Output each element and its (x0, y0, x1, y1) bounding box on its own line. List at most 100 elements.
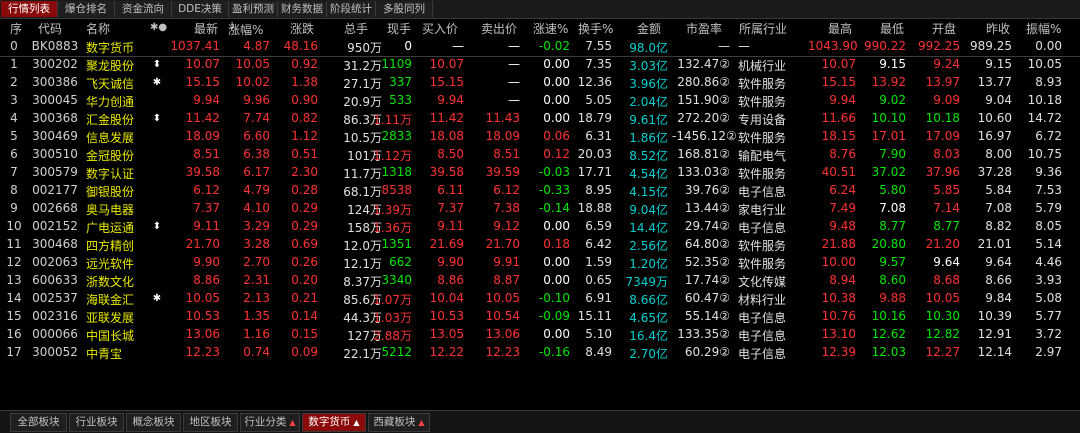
col-amount[interactable]: 金额 (637, 20, 661, 37)
table-row[interactable]: 5 300469 信息发展 18.09 6.60 1.12 10.5万 2833 18.08 18… (0, 128, 1080, 146)
cell-name[interactable]: 信息发展 (86, 129, 146, 146)
col-code[interactable]: 代码 (38, 20, 62, 37)
table-row[interactable]: 16 000066 中国长城 13.06 1.16 0.15 127万 2.88万 13.05 1… (0, 326, 1080, 344)
cell-name[interactable]: 亚联发展 (86, 309, 146, 326)
cell-name[interactable]: 海联金汇 (86, 291, 146, 308)
cell-code[interactable]: 300045 (30, 93, 80, 107)
col-low[interactable]: 最低 (880, 20, 904, 37)
cell-name[interactable]: 浙数文化 (86, 273, 146, 290)
cell-prev: 8.00 (985, 147, 1012, 161)
cell-name[interactable]: 数字认证 (86, 165, 146, 182)
tab-2[interactable]: 资金流向 (115, 1, 172, 17)
tab-3[interactable]: DDE决策 (172, 1, 229, 17)
cell-code[interactable]: 600633 (30, 273, 80, 287)
table-row-selected[interactable]: 0 BK0883 数字货币 1037.41 4.87 48.16 950万 0— — -0.02 7… (0, 38, 1080, 57)
cell-code[interactable]: 300202 (30, 57, 80, 71)
cell-code[interactable]: 002668 (30, 201, 80, 215)
cell-code[interactable]: 002537 (30, 291, 80, 305)
tab-4[interactable]: 盈利预测 (229, 1, 278, 17)
tab-1[interactable]: 爆仓排名 (58, 1, 115, 17)
table-row[interactable]: 11 300468 四方精创 21.70 3.28 0.69 12.0万 1351 21.69 2… (0, 236, 1080, 254)
col-pe[interactable]: 市盈率 (686, 20, 722, 37)
cell-name[interactable]: 远光软件 (86, 255, 146, 272)
cell-code[interactable]: 300468 (30, 237, 80, 251)
bottom-tab-0[interactable]: 全部板块 (10, 413, 67, 432)
cell-code[interactable]: BK0883 (30, 39, 80, 53)
cell-code[interactable]: 300469 (30, 129, 80, 143)
col-high[interactable]: 最高 (828, 20, 852, 37)
col-vol[interactable]: 总手 (344, 20, 368, 37)
cell-code[interactable]: 002152 (30, 219, 80, 233)
cell-name[interactable]: 华力创通 (86, 93, 146, 110)
cell-name[interactable]: 汇金股份 (86, 111, 146, 128)
table-row[interactable]: 15 002316 亚联发展 10.53 1.35 0.14 44.3万 1.03万 10.53… (0, 308, 1080, 326)
cell-code[interactable]: 002063 (30, 255, 80, 269)
col-amp[interactable]: 振幅% (1026, 20, 1061, 37)
cell-code[interactable]: 300510 (30, 147, 80, 161)
table-row[interactable]: 6 300510 金冠股份 8.51 6.38 0.51 101万 1.12万 8.50 8.51… (0, 146, 1080, 164)
table-row[interactable]: 7 300579 数字认证 39.58 6.17 2.30 11.7万 1318 39.58 39… (0, 164, 1080, 182)
cell-name[interactable]: 金冠股份 (86, 147, 146, 164)
cell-low: 17.01 (871, 129, 906, 143)
cell-chg: 0.15 (291, 327, 318, 341)
col-chg[interactable]: 涨跌 (290, 20, 314, 37)
cell-code[interactable]: 000066 (30, 327, 80, 341)
table-row[interactable]: 17 300052 中青宝 12.23 0.74 0.09 22.1万 5212 12.22 12… (0, 344, 1080, 362)
table-row[interactable]: 14 002537 海联金汇 ✱ 10.05 2.13 0.21 85.6万 1.07万 10.0… (0, 290, 1080, 308)
cell-low: 9.02 (879, 93, 906, 107)
bottom-tab-6[interactable]: 西藏板块 ▲ (368, 413, 430, 432)
col-name[interactable]: 名称 (86, 20, 110, 37)
cell-code[interactable]: 300368 (30, 111, 80, 125)
tab-7[interactable]: 多股同列 (376, 1, 433, 17)
bottom-tab-5[interactable]: 数字货币 ▲ (302, 413, 366, 432)
table-row[interactable]: 4 300368 汇金股份 ⬍ 11.42 7.74 0.82 86.3万 1.11万 11.42… (0, 110, 1080, 128)
col-speed[interactable]: 涨速% (533, 20, 568, 37)
cell-name[interactable]: 奥马电器 (86, 201, 146, 218)
bottom-tab-3[interactable]: 地区板块 (183, 413, 238, 432)
cell-code[interactable]: 002316 (30, 309, 80, 323)
col-price[interactable]: 最新 (194, 20, 218, 37)
cell-name[interactable]: 御银股份 (86, 183, 146, 200)
cell-name[interactable]: 聚龙股份 (86, 57, 146, 74)
cell-seq: 7 (10, 165, 18, 179)
tab-6[interactable]: 阶段统计 (327, 1, 376, 17)
table-row[interactable]: 3 300045 华力创通 9.94 9.96 0.90 20.9万 533 9.94—0.00… (0, 92, 1080, 110)
cell-low: 9.15 (879, 57, 906, 71)
col-marks[interactable]: ✱● (150, 22, 167, 33)
cell-name[interactable]: 飞天诚信 (86, 75, 146, 92)
cell-prev: 21.01 (977, 237, 1012, 251)
table-row[interactable]: 12 002063 远光软件 9.90 2.70 0.26 12.1万 662 9.90 9.91… (0, 254, 1080, 272)
cell-name[interactable]: 中国长城 (86, 327, 146, 344)
cell-name[interactable]: 数字货币 (86, 39, 146, 56)
cell-amp: 8.05 (1035, 219, 1062, 233)
table-row[interactable]: 2 300386 飞天诚信 ✱ 15.15 10.02 1.38 27.1万 337 15.15—… (0, 74, 1080, 92)
col-ask[interactable]: 卖出价 (481, 20, 517, 37)
tab-5[interactable]: 财务数据 (278, 1, 327, 17)
cell-code[interactable]: 300052 (30, 345, 80, 359)
col-cur[interactable]: 现手 (387, 20, 411, 37)
cell-name[interactable]: 广电运通 (86, 219, 146, 236)
col-bid[interactable]: 买入价 (422, 20, 458, 37)
table-row[interactable]: 9 002668 奥马电器 7.37 4.10 0.29 124万 1.39万 7.37 7.38… (0, 200, 1080, 218)
table-row[interactable]: 13 600633 浙数文化 8.86 2.31 0.20 8.37万 3340 8.86 8.8… (0, 272, 1080, 290)
tab-0[interactable]: 行情列表 (1, 1, 58, 17)
cell-name[interactable]: 四方精创 (86, 237, 146, 254)
cell-name[interactable]: 中青宝 (86, 345, 146, 362)
col-seq[interactable]: 序 (10, 20, 22, 37)
bottom-tab-4[interactable]: 行业分类 ▲ (240, 413, 300, 432)
cell-low: 20.80 (871, 237, 906, 251)
col-turn[interactable]: 换手% (578, 20, 613, 37)
cell-ask: — (508, 57, 520, 71)
cell-code[interactable]: 300579 (30, 165, 80, 179)
bottom-tab-1[interactable]: 行业板块 (69, 413, 124, 432)
table-row[interactable]: 8 002177 御银股份 6.12 4.79 0.28 68.1万 8538 6.11 6.12… (0, 182, 1080, 200)
col-industry[interactable]: 所属行业 (739, 20, 787, 37)
cell-seq: 6 (10, 147, 18, 161)
bottom-tab-2[interactable]: 概念板块 (126, 413, 181, 432)
cell-code[interactable]: 002177 (30, 183, 80, 197)
col-open[interactable]: 开盘 (932, 20, 956, 37)
table-row[interactable]: 10 002152 广电运通 ⬍ 9.11 3.29 0.29 158万 1.36万 9.11 9.… (0, 218, 1080, 236)
col-prev[interactable]: 昨收 (986, 20, 1010, 37)
table-row[interactable]: 1 300202 聚龙股份 ⬍ 10.07 10.05 0.92 31.2万 1109 10.07… (0, 56, 1080, 74)
cell-code[interactable]: 300386 (30, 75, 80, 89)
